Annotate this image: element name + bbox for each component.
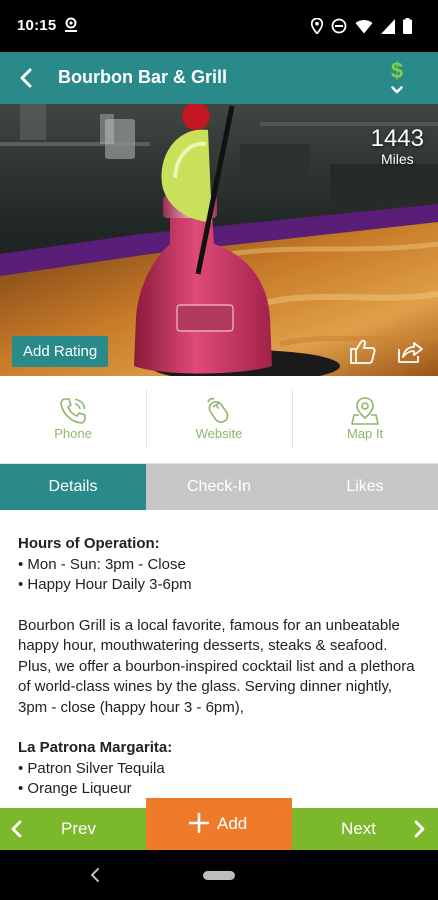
venue-photo-area: 1443 Miles Add Rating <box>0 104 438 376</box>
prev-button[interactable]: Prev <box>0 808 146 850</box>
add-button[interactable]: Add <box>146 798 292 850</box>
share-icon[interactable] <box>396 338 424 366</box>
details-panel: Hours of Operation: • Mon - Sun: 3pm - C… <box>0 510 438 808</box>
phone-label: Phone <box>54 426 92 441</box>
map-label: Map It <box>346 426 384 441</box>
map-pin-icon <box>351 397 379 425</box>
do-not-disturb-icon <box>331 18 347 34</box>
back-button[interactable] <box>8 60 44 96</box>
plus-icon <box>189 813 209 833</box>
signal-icon <box>381 18 395 34</box>
venue-description: Bourbon Grill is a local favorite, famou… <box>18 616 415 716</box>
next-label: Next <box>341 819 376 838</box>
website-action[interactable]: Website <box>146 376 292 464</box>
phone-action[interactable]: Phone <box>0 376 146 464</box>
page-title: Bourbon Bar & Grill <box>58 67 228 87</box>
price-level: $ <box>390 58 404 83</box>
thumbs-up-icon[interactable] <box>347 336 377 366</box>
add-rating-button[interactable]: Add Rating <box>12 336 109 367</box>
tab-check-in[interactable]: Check-In <box>146 464 292 510</box>
system-nav-bar <box>0 850 438 900</box>
status-time: 10:15 <box>17 17 57 34</box>
status-bar: 10:15 <box>0 0 438 52</box>
mouse-icon <box>207 397 229 423</box>
system-back-icon[interactable] <box>88 867 104 883</box>
special-line: • Patron Silver Tequila <box>18 759 165 777</box>
hours-line: • Mon - Sun: 3pm - Close <box>18 555 186 573</box>
chevron-left-icon <box>11 820 22 838</box>
add-label: Add <box>217 814 248 833</box>
website-label: Website <box>195 426 243 441</box>
location-badge-icon <box>65 17 77 32</box>
distance-unit: Miles <box>380 151 414 167</box>
special-line: • Orange Liqueur <box>18 780 132 797</box>
action-row: Phone Website Map It <box>0 376 438 464</box>
wifi-icon <box>355 19 373 33</box>
system-home-pill[interactable] <box>203 871 235 880</box>
next-button[interactable]: Next <box>292 808 438 850</box>
hours-line: • Happy Hour Daily 3-6pm <box>18 576 192 593</box>
tab-details[interactable]: Details <box>0 464 146 510</box>
prev-label: Prev <box>61 819 96 838</box>
tab-bar: Details Check-In Likes <box>0 464 438 510</box>
tab-likes[interactable]: Likes <box>292 464 438 510</box>
battery-icon <box>403 18 412 34</box>
location-icon <box>311 18 323 34</box>
back-arrow-icon <box>20 68 32 88</box>
chevron-down-icon <box>391 86 403 94</box>
hours-heading: Hours of Operation: <box>18 535 160 552</box>
app-bar: Bourbon Bar & Grill $ <box>0 52 438 104</box>
status-icons <box>311 17 412 35</box>
map-action[interactable]: Map It <box>292 376 438 464</box>
price-level-toggle[interactable]: $ <box>380 58 414 100</box>
special-heading: La Patrona Margarita: <box>18 739 173 756</box>
chevron-right-icon <box>414 820 425 838</box>
distance-value: 1443 <box>370 125 424 152</box>
distance-readout: 1443 Miles <box>371 126 424 167</box>
phone-icon <box>60 398 86 424</box>
